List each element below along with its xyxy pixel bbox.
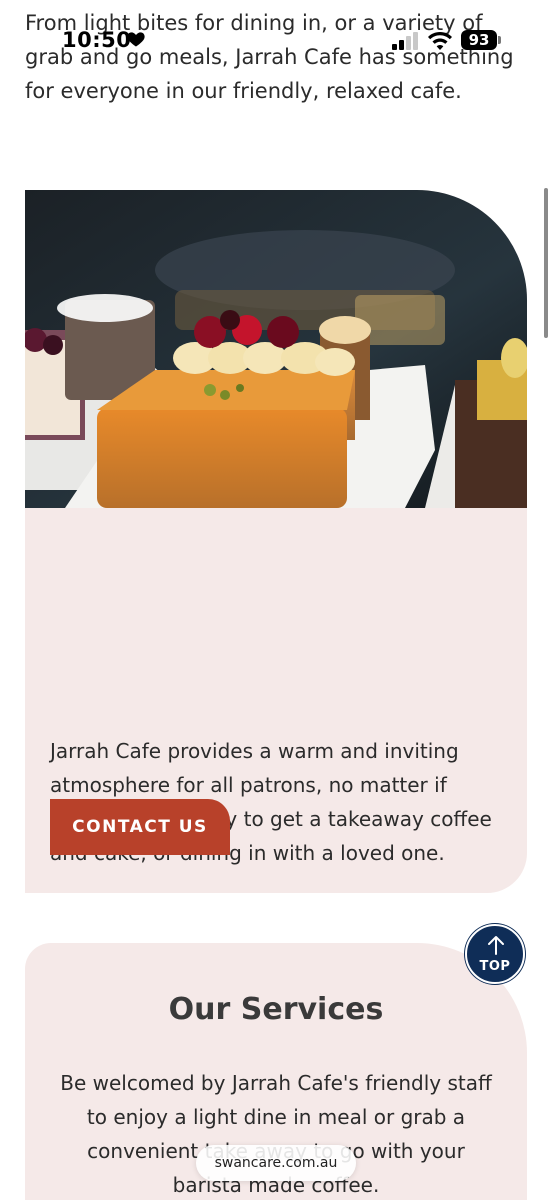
cellular-signal-icon: [392, 32, 418, 50]
cake-photo: [25, 190, 527, 508]
status-time: 10:50: [62, 28, 132, 52]
url-bar[interactable]: swancare.com.au: [196, 1145, 356, 1181]
contact-us-button[interactable]: CONTACT US: [50, 799, 230, 855]
arrow-up-icon: [488, 936, 504, 955]
battery-tip: [498, 36, 501, 44]
wifi-icon: [428, 32, 452, 50]
heart-icon: [127, 32, 145, 47]
scrollbar[interactable]: [544, 188, 548, 338]
atmosphere-card: Jarrah Cafe provides a warm and inviting…: [25, 190, 527, 893]
services-title: Our Services: [168, 992, 384, 1027]
top-label: TOP: [479, 959, 511, 974]
status-bar: 10:50 93: [0, 0, 552, 80]
back-to-top-button[interactable]: TOP: [465, 924, 525, 984]
battery-icon: 93: [461, 30, 497, 50]
